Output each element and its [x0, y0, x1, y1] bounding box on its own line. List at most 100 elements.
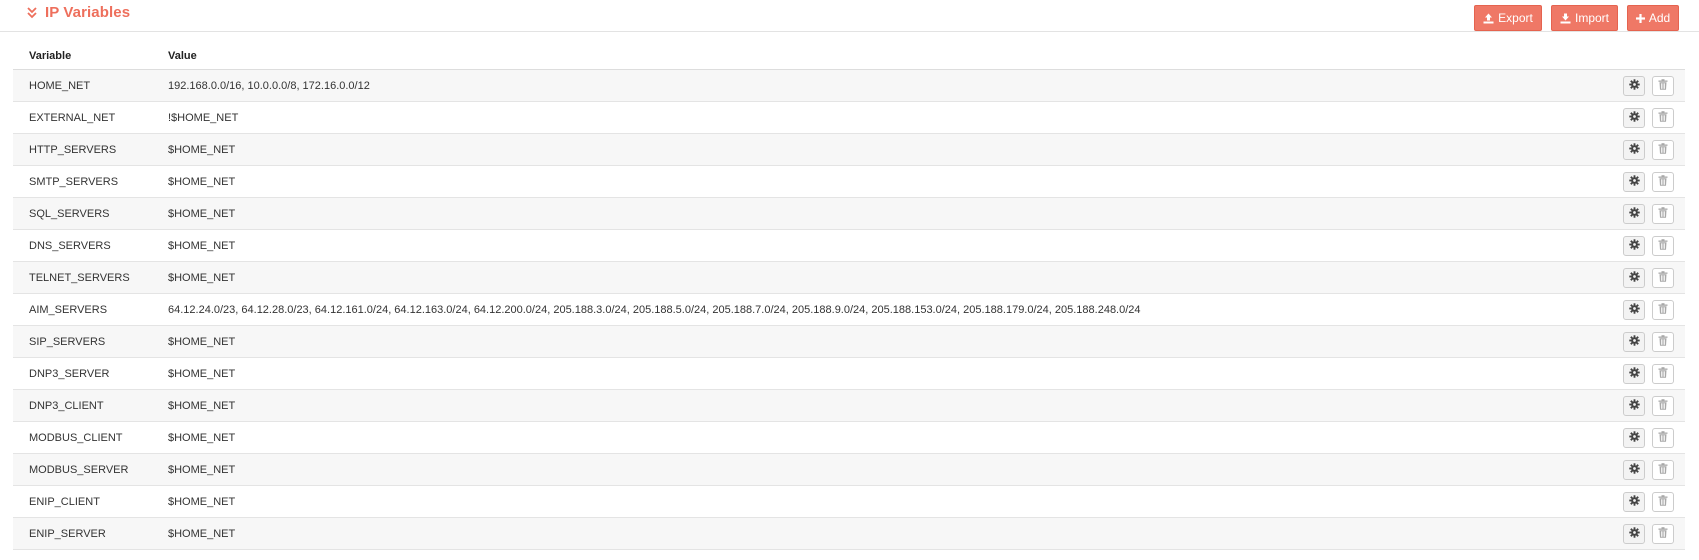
add-button[interactable]: Add: [1627, 5, 1679, 31]
gear-icon: [1628, 78, 1640, 93]
trash-icon: [1658, 238, 1668, 253]
variable-value-cell: 192.168.0.0/16, 10.0.0.0/8, 172.16.0.0/1…: [168, 69, 1623, 102]
edit-button[interactable]: [1623, 235, 1645, 256]
edit-button[interactable]: [1623, 299, 1645, 320]
trash-icon: [1658, 366, 1668, 381]
trash-icon: [1658, 142, 1668, 157]
upload-icon: [1483, 13, 1494, 24]
add-label: Add: [1648, 11, 1671, 25]
delete-button[interactable]: [1652, 171, 1674, 192]
row-actions: [1623, 331, 1685, 352]
table-row: SQL_SERVERS $HOME_NET: [13, 197, 1685, 230]
delete-button[interactable]: [1652, 395, 1674, 416]
delete-button[interactable]: [1652, 203, 1674, 224]
row-actions-cell: [1623, 485, 1685, 518]
row-actions: [1623, 299, 1685, 320]
edit-button[interactable]: [1623, 459, 1645, 480]
row-actions-cell: [1623, 133, 1685, 166]
variable-value-cell: $HOME_NET: [168, 261, 1623, 294]
table-header-row: Variable Value: [13, 43, 1685, 70]
download-icon: [1560, 13, 1571, 24]
variable-name-cell: MODBUS_SERVER: [13, 453, 168, 486]
column-header-value: Value: [168, 43, 1623, 70]
edit-button[interactable]: [1623, 203, 1645, 224]
variable-value-cell: $HOME_NET: [168, 517, 1623, 550]
plus-icon: [1635, 13, 1645, 23]
edit-button[interactable]: [1623, 107, 1645, 128]
row-actions: [1623, 107, 1685, 128]
gear-icon: [1628, 270, 1640, 285]
gear-icon: [1628, 494, 1640, 509]
table-row: EXTERNAL_NET !$HOME_NET: [13, 101, 1685, 134]
delete-button[interactable]: [1652, 139, 1674, 160]
delete-button[interactable]: [1652, 331, 1674, 352]
delete-button[interactable]: [1652, 459, 1674, 480]
delete-button[interactable]: [1652, 235, 1674, 256]
row-actions-cell: [1623, 261, 1685, 294]
export-button[interactable]: Export: [1474, 5, 1542, 31]
variable-name-cell: MODBUS_CLIENT: [13, 421, 168, 454]
double-chevron-down-icon[interactable]: [26, 6, 38, 20]
edit-button[interactable]: [1623, 427, 1645, 448]
variables-table: Variable Value HOME_NET 192.168.0.0/16, 1…: [13, 43, 1685, 550]
delete-button[interactable]: [1652, 299, 1674, 320]
row-actions-cell: [1623, 165, 1685, 198]
row-actions: [1623, 491, 1685, 512]
variable-value-cell: 64.12.24.0/23, 64.12.28.0/23, 64.12.161.…: [168, 293, 1623, 326]
edit-button[interactable]: [1623, 395, 1645, 416]
variable-name-cell: DNS_SERVERS: [13, 229, 168, 262]
variable-name-cell: HTTP_SERVERS: [13, 133, 168, 166]
gear-icon: [1628, 526, 1640, 541]
table-body: HOME_NET 192.168.0.0/16, 10.0.0.0/8, 172.…: [13, 69, 1685, 550]
table-row: HTTP_SERVERS $HOME_NET: [13, 133, 1685, 166]
row-actions-cell: [1623, 293, 1685, 326]
table-row: SMTP_SERVERS $HOME_NET: [13, 165, 1685, 198]
edit-button[interactable]: [1623, 363, 1645, 384]
delete-button[interactable]: [1652, 75, 1674, 96]
row-actions-cell: [1623, 197, 1685, 230]
trash-icon: [1658, 270, 1668, 285]
variable-name-cell: ENIP_SERVER: [13, 517, 168, 550]
variable-value-cell: $HOME_NET: [168, 453, 1623, 486]
edit-button[interactable]: [1623, 491, 1645, 512]
row-actions: [1623, 523, 1685, 544]
variable-value-cell: $HOME_NET: [168, 229, 1623, 262]
table-row: ENIP_CLIENT $HOME_NET: [13, 485, 1685, 518]
row-actions: [1623, 427, 1685, 448]
table-row: TELNET_SERVERS $HOME_NET: [13, 261, 1685, 294]
trash-icon: [1658, 78, 1668, 93]
gear-icon: [1628, 398, 1640, 413]
delete-button[interactable]: [1652, 491, 1674, 512]
variable-name-cell: AIM_SERVERS: [13, 293, 168, 326]
variable-value-cell: $HOME_NET: [168, 165, 1623, 198]
delete-button[interactable]: [1652, 107, 1674, 128]
row-actions: [1623, 203, 1685, 224]
row-actions: [1623, 171, 1685, 192]
variable-value-cell: $HOME_NET: [168, 133, 1623, 166]
trash-icon: [1658, 206, 1668, 221]
variable-name-cell: HOME_NET: [13, 69, 168, 102]
delete-button[interactable]: [1652, 523, 1674, 544]
trash-icon: [1658, 398, 1668, 413]
edit-button[interactable]: [1623, 523, 1645, 544]
row-actions-cell: [1623, 69, 1685, 102]
edit-button[interactable]: [1623, 171, 1645, 192]
edit-button[interactable]: [1623, 331, 1645, 352]
edit-button[interactable]: [1623, 75, 1645, 96]
delete-button[interactable]: [1652, 363, 1674, 384]
variable-value-cell: $HOME_NET: [168, 325, 1623, 358]
toolbar: Export Import Add: [1474, 5, 1679, 31]
variable-name-cell: ENIP_CLIENT: [13, 485, 168, 518]
row-actions: [1623, 139, 1685, 160]
panel-title: IP Variables: [45, 4, 131, 21]
edit-button[interactable]: [1623, 139, 1645, 160]
delete-button[interactable]: [1652, 267, 1674, 288]
delete-button[interactable]: [1652, 427, 1674, 448]
gear-icon: [1628, 174, 1640, 189]
gear-icon: [1628, 110, 1640, 125]
trash-icon: [1658, 174, 1668, 189]
column-header-actions: [1623, 43, 1685, 70]
edit-button[interactable]: [1623, 267, 1645, 288]
import-button[interactable]: Import: [1551, 5, 1618, 31]
row-actions: [1623, 235, 1685, 256]
